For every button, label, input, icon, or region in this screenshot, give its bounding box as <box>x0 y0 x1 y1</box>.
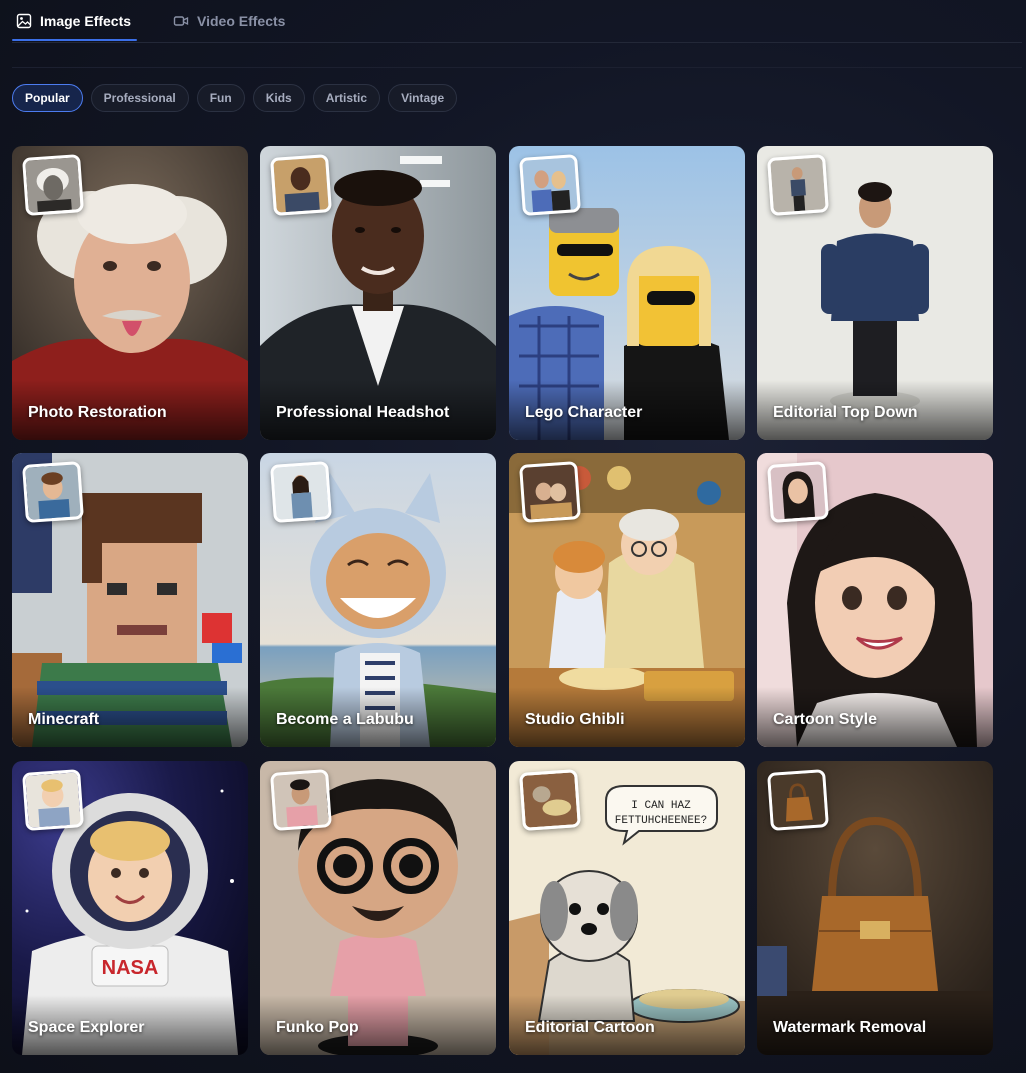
effect-card-cartoon-style[interactable]: Cartoon Style <box>757 453 993 747</box>
effect-card-become-a-labubu[interactable]: Become a Labubu <box>260 453 496 747</box>
image-icon <box>16 13 32 29</box>
card-title: Space Explorer <box>28 1019 145 1036</box>
effect-card-lego-character[interactable]: Lego Character <box>509 146 745 440</box>
tab-image-effects[interactable]: Image Effects <box>16 0 131 42</box>
card-title: Editorial Top Down <box>773 404 918 421</box>
card-title: Photo Restoration <box>28 404 167 421</box>
card-title: Editorial Cartoon <box>525 1019 655 1036</box>
active-tab-indicator <box>12 39 137 41</box>
card-title: Studio Ghibli <box>525 711 625 728</box>
effect-card-funko-pop[interactable]: Funko Pop <box>260 761 496 1055</box>
svg-text:FETTUHCHEENEE?: FETTUHCHEENEE? <box>615 815 707 827</box>
card-title: Lego Character <box>525 404 643 421</box>
card-title: Professional Headshot <box>276 404 450 421</box>
source-photo-thumbnail <box>270 769 332 831</box>
filter-artistic[interactable]: Artistic <box>312 84 381 112</box>
source-photo-thumbnail <box>22 461 84 523</box>
effect-card-watermark-removal[interactable]: Watermark Removal <box>757 761 993 1055</box>
card-title: Watermark Removal <box>773 1019 927 1036</box>
filter-popular[interactable]: Popular <box>12 84 83 112</box>
effect-card-professional-headshot[interactable]: Professional Headshot <box>260 146 496 440</box>
filter-kids[interactable]: Kids <box>252 84 305 112</box>
source-photo-thumbnail <box>767 461 829 523</box>
svg-text:I CAN HAZ: I CAN HAZ <box>631 800 691 812</box>
effect-card-editorial-top-down[interactable]: Editorial Top Down <box>757 146 993 440</box>
source-photo-thumbnail <box>767 769 829 831</box>
card-title: Minecraft <box>28 711 100 728</box>
filter-professional[interactable]: Professional <box>90 84 189 112</box>
tab-image-effects-label: Image Effects <box>40 13 132 29</box>
source-photo-thumbnail <box>767 154 829 216</box>
tab-video-effects-label: Video Effects <box>197 13 286 29</box>
card-title: Become a Labubu <box>276 711 414 728</box>
source-photo-thumbnail <box>519 769 581 831</box>
effect-card-minecraft[interactable]: Minecraft <box>12 453 248 747</box>
category-filters: Popular Professional Fun Kids Artistic V… <box>12 84 458 112</box>
card-title: Funko Pop <box>276 1019 359 1036</box>
effect-card-editorial-cartoon[interactable]: I CAN HAZ FETTUHCHEENEE? Editorial Carto… <box>509 761 745 1055</box>
source-photo-thumbnail <box>519 461 581 523</box>
section-divider <box>12 67 1022 68</box>
filter-vintage[interactable]: Vintage <box>388 84 458 112</box>
video-icon <box>173 16 189 26</box>
svg-text:NASA: NASA <box>102 957 159 979</box>
tabs-divider <box>12 42 1022 43</box>
source-photo-thumbnail <box>270 461 332 523</box>
source-photo-thumbnail <box>22 154 84 216</box>
source-photo-thumbnail <box>519 154 581 216</box>
source-photo-thumbnail <box>270 154 332 216</box>
filter-fun[interactable]: Fun <box>196 84 245 112</box>
effect-card-space-explorer[interactable]: NASA Space Explorer <box>12 761 248 1055</box>
tab-video-effects[interactable]: Video Effects <box>173 0 285 42</box>
effect-card-studio-ghibli[interactable]: Studio Ghibli <box>509 453 745 747</box>
effects-tabs: Image Effects Video Effects <box>0 0 1026 44</box>
card-title: Cartoon Style <box>773 711 878 728</box>
effect-card-photo-restoration[interactable]: Photo Restoration <box>12 146 248 440</box>
source-photo-thumbnail <box>22 769 84 831</box>
